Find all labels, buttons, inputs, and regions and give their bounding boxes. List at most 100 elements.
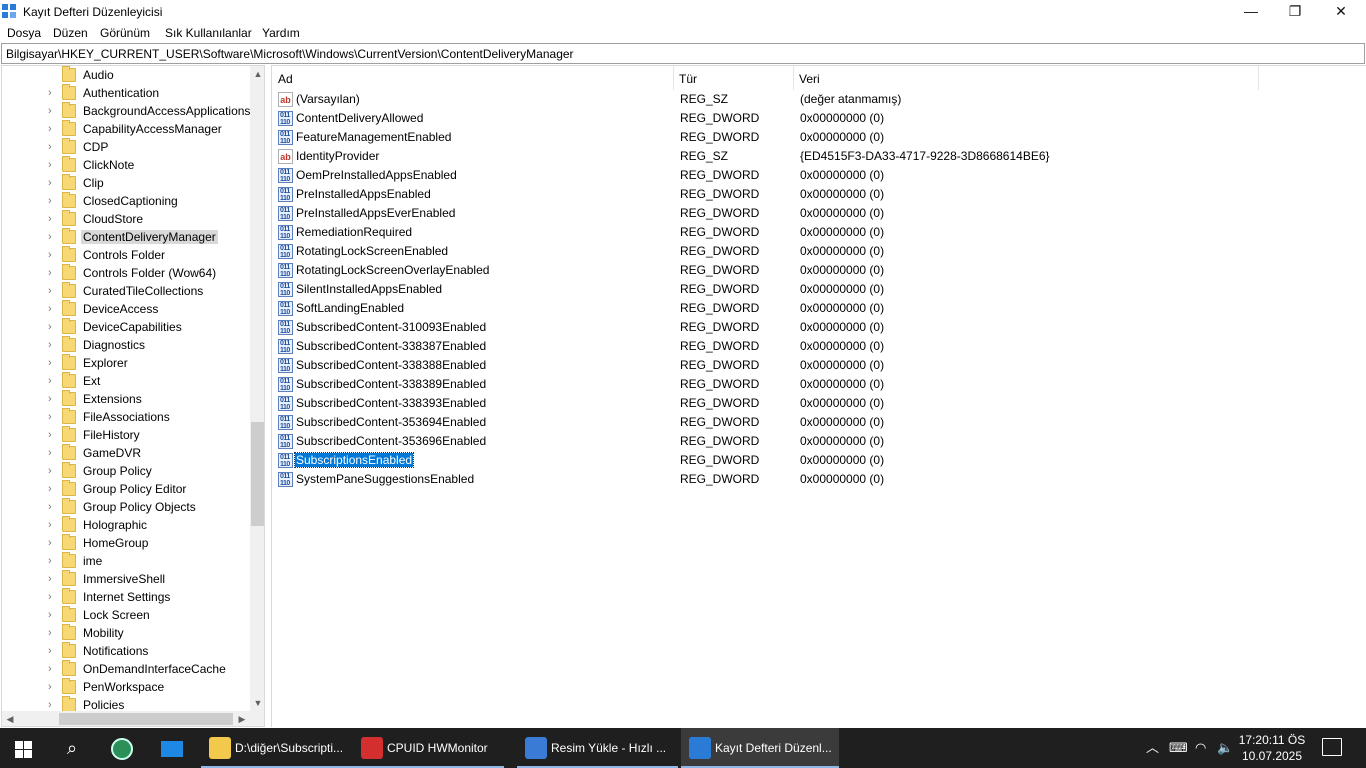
tree-item[interactable]: › BackgroundAccessApplications bbox=[2, 102, 250, 120]
taskbar-task[interactable]: Resim Yükle - Hızlı ... bbox=[517, 728, 678, 768]
chevron-right-icon[interactable]: › bbox=[48, 105, 56, 117]
chevron-right-icon[interactable]: › bbox=[48, 357, 56, 369]
search-icon[interactable]: ⌕ bbox=[48, 728, 96, 768]
tree-item[interactable]: › PenWorkspace bbox=[2, 678, 250, 696]
value-row[interactable]: 011 110 PreInstalledAppsEverEnabled REG_DWO… bbox=[272, 204, 1366, 223]
tree-item[interactable]: › Controls Folder bbox=[2, 246, 250, 264]
tree-item[interactable]: › ClickNote bbox=[2, 156, 250, 174]
tree-item[interactable]: › ImmersiveShell bbox=[2, 570, 250, 588]
tree-item[interactable]: › CDP bbox=[2, 138, 250, 156]
chevron-right-icon[interactable]: › bbox=[48, 141, 56, 153]
chevron-right-icon[interactable]: › bbox=[48, 321, 56, 333]
tree-item[interactable]: › DeviceAccess bbox=[2, 300, 250, 318]
chevron-right-icon[interactable]: › bbox=[48, 195, 56, 207]
chevron-right-icon[interactable]: › bbox=[48, 393, 56, 405]
chevron-right-icon[interactable]: › bbox=[48, 411, 56, 423]
chevron-right-icon[interactable]: › bbox=[48, 627, 56, 639]
value-row[interactable]: 011 110 ContentDeliveryAllowed REG_DWORD 0x0… bbox=[272, 109, 1366, 128]
menu-help[interactable]: Yardım bbox=[262, 26, 300, 40]
tree-item[interactable]: › Notifications bbox=[2, 642, 250, 660]
tree-item[interactable]: › Policies bbox=[2, 696, 250, 711]
chevron-right-icon[interactable]: › bbox=[48, 573, 56, 585]
chevron-right-icon[interactable]: › bbox=[48, 681, 56, 693]
value-row[interactable]: 011 110 SubscribedContent-338387Enabled REG… bbox=[272, 337, 1366, 356]
column-divider[interactable] bbox=[1258, 66, 1259, 90]
tree-item[interactable]: › Ext bbox=[2, 372, 250, 390]
value-row[interactable]: 011 110 SubscribedContent-338393Enabled REG… bbox=[272, 394, 1366, 413]
value-row[interactable]: 011 110 SubscribedContent-338388Enabled REG… bbox=[272, 356, 1366, 375]
tree-item[interactable]: › Holographic bbox=[2, 516, 250, 534]
tree-item[interactable]: › Mobility bbox=[2, 624, 250, 642]
scroll-thumb[interactable] bbox=[251, 422, 264, 526]
pinned-app-icon[interactable] bbox=[98, 728, 146, 768]
tree-item[interactable]: › ContentDeliveryManager bbox=[2, 228, 250, 246]
value-row[interactable]: 011 110 SubscribedContent-310093Enabled REG… bbox=[272, 318, 1366, 337]
value-row[interactable]: 011 110 FeatureManagementEnabled REG_DWORD 0… bbox=[272, 128, 1366, 147]
tree-item[interactable]: › Group Policy bbox=[2, 462, 250, 480]
chevron-right-icon[interactable]: › bbox=[48, 429, 56, 441]
tree-item[interactable]: › CapabilityAccessManager bbox=[2, 120, 250, 138]
chevron-right-icon[interactable]: › bbox=[48, 537, 56, 549]
chevron-right-icon[interactable]: › bbox=[48, 483, 56, 495]
column-header-data[interactable]: Veri bbox=[793, 66, 1258, 90]
volume-icon[interactable]: 🔈 bbox=[1217, 728, 1233, 768]
scroll-up-icon[interactable]: ▲ bbox=[250, 66, 264, 82]
value-row[interactable]: 011 110 SoftLandingEnabled REG_DWORD 0x00000… bbox=[272, 299, 1366, 318]
value-row[interactable]: ab IdentityProvider REG_SZ {ED4515F3-DA33-4… bbox=[272, 147, 1366, 166]
chevron-right-icon[interactable]: › bbox=[48, 267, 56, 279]
chevron-right-icon[interactable]: › bbox=[48, 249, 56, 261]
value-row[interactable]: 011 110 RemediationRequired REG_DWORD 0x0000… bbox=[272, 223, 1366, 242]
chevron-up-icon[interactable]: ︿ bbox=[1146, 728, 1159, 768]
chevron-right-icon[interactable]: › bbox=[48, 375, 56, 387]
column-header-name[interactable]: Ad bbox=[272, 66, 673, 90]
chevron-right-icon[interactable]: › bbox=[48, 447, 56, 459]
taskbar-task[interactable]: CPUID HWMonitor bbox=[353, 728, 504, 768]
tree-item[interactable]: › Authentication bbox=[2, 84, 250, 102]
tree-item[interactable]: › Lock Screen bbox=[2, 606, 250, 624]
chevron-right-icon[interactable]: › bbox=[48, 303, 56, 315]
start-button[interactable] bbox=[0, 728, 48, 768]
value-row[interactable]: 011 110 SubscribedContent-353696Enabled REG… bbox=[272, 432, 1366, 451]
tree-item[interactable]: › Clip bbox=[2, 174, 250, 192]
tree-item[interactable]: › OnDemandInterfaceCache bbox=[2, 660, 250, 678]
taskbar-task[interactable]: Kayıt Defteri Düzenl... bbox=[681, 728, 839, 768]
taskbar-task[interactable]: D:\diğer\Subscripti... bbox=[201, 728, 353, 768]
tree-item[interactable]: › FileHistory bbox=[2, 426, 250, 444]
chevron-right-icon[interactable]: › bbox=[48, 555, 56, 567]
pinned-app-icon[interactable] bbox=[148, 728, 196, 768]
value-row[interactable]: 011 110 SubscribedContent-338389Enabled REG… bbox=[272, 375, 1366, 394]
tree-item[interactable]: › ime bbox=[2, 552, 250, 570]
tree-item[interactable]: › HomeGroup bbox=[2, 534, 250, 552]
notification-icon[interactable] bbox=[1322, 738, 1342, 756]
tree-item[interactable]: › ClosedCaptioning bbox=[2, 192, 250, 210]
scroll-right-icon[interactable]: ▶ bbox=[234, 711, 250, 726]
tree-item[interactable]: › GameDVR bbox=[2, 444, 250, 462]
column-header-type[interactable]: Tür bbox=[673, 66, 793, 90]
chevron-right-icon[interactable]: › bbox=[48, 159, 56, 171]
menu-edit[interactable]: Düzen bbox=[53, 26, 88, 40]
value-row[interactable]: 011 110 PreInstalledAppsEnabled REG_DWORD 0x… bbox=[272, 185, 1366, 204]
value-row[interactable]: 011 110 SilentInstalledAppsEnabled REG_DWOR… bbox=[272, 280, 1366, 299]
value-row[interactable]: 011 110 SubscribedContent-353694Enabled REG… bbox=[272, 413, 1366, 432]
chevron-right-icon[interactable]: › bbox=[48, 177, 56, 189]
chevron-right-icon[interactable]: › bbox=[48, 591, 56, 603]
address-bar[interactable]: Bilgisayar\HKEY_CURRENT_USER\Software\Mi… bbox=[1, 43, 1365, 64]
tree-vertical-scrollbar[interactable]: ▲ ▼ bbox=[250, 66, 264, 711]
value-row[interactable]: 011 110 RotatingLockScreenOverlayEnabled RE… bbox=[272, 261, 1366, 280]
chevron-right-icon[interactable]: › bbox=[48, 339, 56, 351]
chevron-right-icon[interactable]: › bbox=[48, 231, 56, 243]
chevron-right-icon[interactable]: › bbox=[48, 609, 56, 621]
value-row[interactable]: 011 110 SubscriptionsEnabled REG_DWORD 0x000… bbox=[272, 451, 1366, 470]
tree-item[interactable]: › Diagnostics bbox=[2, 336, 250, 354]
tree-item[interactable]: › Group Policy Objects bbox=[2, 498, 250, 516]
tree-horizontal-scrollbar[interactable]: ◀ ▶ bbox=[2, 711, 250, 726]
network-icon[interactable]: ◠ bbox=[1195, 728, 1206, 768]
value-row[interactable]: 011 110 OemPreInstalledAppsEnabled REG_DWOR… bbox=[272, 166, 1366, 185]
chevron-right-icon[interactable]: › bbox=[48, 663, 56, 675]
tree-item[interactable]: › Explorer bbox=[2, 354, 250, 372]
chevron-right-icon[interactable]: › bbox=[48, 285, 56, 297]
chevron-right-icon[interactable]: › bbox=[48, 501, 56, 513]
tree-item[interactable]: › CloudStore bbox=[2, 210, 250, 228]
tree-item[interactable]: › Controls Folder (Wow64) bbox=[2, 264, 250, 282]
keyboard-icon[interactable]: ⌨ bbox=[1169, 728, 1188, 768]
